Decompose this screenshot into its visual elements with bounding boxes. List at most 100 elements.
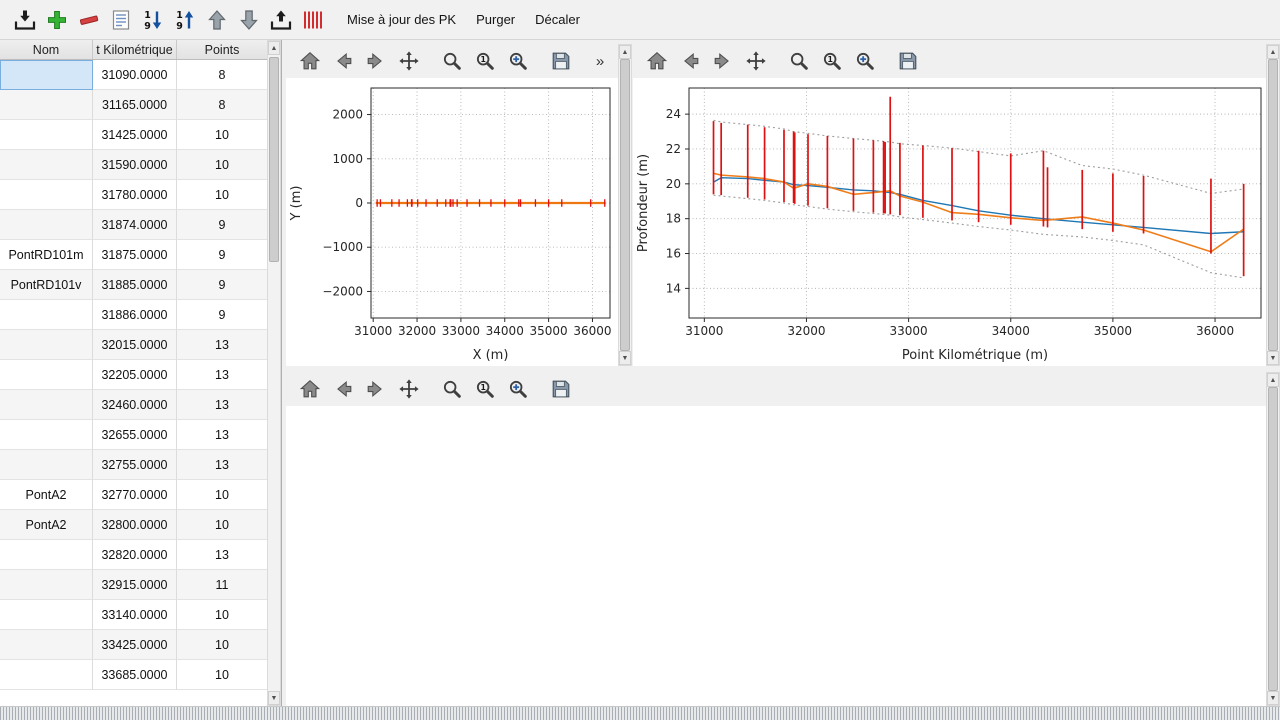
mise-a-jour-pk-button[interactable]: Mise à jour des PK (338, 6, 465, 33)
table-cell-points[interactable]: 13 (177, 390, 268, 420)
table-cell-nom[interactable] (0, 540, 93, 570)
table-row[interactable]: 32915.000011 (0, 570, 268, 600)
forward-button[interactable] (362, 375, 390, 403)
scroll-up-button[interactable]: ▲ (1267, 45, 1279, 59)
scrollbar-thumb[interactable] (1268, 387, 1278, 691)
scroll-up-button[interactable]: ▲ (1267, 373, 1279, 387)
scrollbar-thumb[interactable] (1268, 59, 1278, 351)
form-button[interactable] (106, 5, 136, 35)
plan-plot-scrollbar[interactable]: ▲ ▼ (618, 44, 632, 366)
table-cell-nom[interactable] (0, 330, 93, 360)
table-cell-pk[interactable]: 31425.0000 (93, 120, 177, 150)
table-cell-points[interactable]: 9 (177, 210, 268, 240)
sort-descending-button[interactable]: 19 (138, 5, 168, 35)
save-button[interactable] (547, 47, 575, 75)
home-button[interactable] (643, 47, 671, 75)
table-cell-points[interactable]: 9 (177, 240, 268, 270)
table-cell-points[interactable]: 8 (177, 90, 268, 120)
table-row[interactable]: 32655.000013 (0, 420, 268, 450)
scrollbar-track[interactable] (619, 59, 631, 351)
scrollbar-track[interactable] (1267, 387, 1279, 691)
scrollbar-thumb[interactable] (620, 59, 630, 351)
column-header-nom[interactable]: Nom (0, 40, 93, 59)
scrollbar-track[interactable] (268, 55, 280, 691)
table-cell-pk[interactable]: 31886.0000 (93, 300, 177, 330)
zoom-1-button[interactable]: 1 (471, 47, 499, 75)
scroll-down-button[interactable]: ▼ (1267, 691, 1279, 705)
table-cell-pk[interactable]: 33685.0000 (93, 660, 177, 690)
remove-button[interactable] (74, 5, 104, 35)
table-cell-nom[interactable]: PontA2 (0, 510, 93, 540)
toolbar-overflow-button[interactable]: » (592, 47, 608, 75)
scroll-up-button[interactable]: ▲ (619, 45, 631, 59)
pan-button[interactable] (742, 47, 770, 75)
empty-plot-canvas[interactable] (286, 406, 1266, 706)
table-cell-pk[interactable]: 33140.0000 (93, 600, 177, 630)
sort-ascending-button[interactable]: 19 (170, 5, 200, 35)
table-cell-pk[interactable]: 32460.0000 (93, 390, 177, 420)
zoom-button[interactable] (438, 375, 466, 403)
back-button[interactable] (329, 47, 357, 75)
table-row[interactable]: 33425.000010 (0, 630, 268, 660)
add-button[interactable] (42, 5, 72, 35)
table-cell-pk[interactable]: 32015.0000 (93, 330, 177, 360)
table-cell-pk[interactable]: 33425.0000 (93, 630, 177, 660)
profile-plot[interactable]: 3100032000330003400035000360001416182022… (633, 78, 1266, 366)
scroll-down-button[interactable]: ▼ (619, 351, 631, 365)
table-cell-points[interactable]: 8 (177, 60, 268, 90)
table-cell-nom[interactable] (0, 390, 93, 420)
table-cell-pk[interactable]: 31780.0000 (93, 180, 177, 210)
table-cell-pk[interactable]: 31885.0000 (93, 270, 177, 300)
table-cell-nom[interactable]: PontRD101m (0, 240, 93, 270)
table-cell-pk[interactable]: 32205.0000 (93, 360, 177, 390)
table-row[interactable]: PontRD101m31875.00009 (0, 240, 268, 270)
move-down-button[interactable] (234, 5, 264, 35)
column-header-points[interactable]: Points (177, 40, 268, 59)
scrollbar-track[interactable] (1267, 59, 1279, 351)
save-button[interactable] (547, 375, 575, 403)
home-button[interactable] (296, 375, 324, 403)
table-cell-points[interactable]: 10 (177, 120, 268, 150)
table-row[interactable]: 33140.000010 (0, 600, 268, 630)
table-row[interactable]: 31425.000010 (0, 120, 268, 150)
table-cell-pk[interactable]: 32770.0000 (93, 480, 177, 510)
table-cell-points[interactable]: 10 (177, 630, 268, 660)
table-row[interactable]: 31874.00009 (0, 210, 268, 240)
table-row[interactable]: PontA232770.000010 (0, 480, 268, 510)
table-cell-points[interactable]: 10 (177, 600, 268, 630)
table-cell-pk[interactable]: 32655.0000 (93, 420, 177, 450)
save-button[interactable] (894, 47, 922, 75)
table-cell-nom[interactable] (0, 120, 93, 150)
table-row[interactable]: 31780.000010 (0, 180, 268, 210)
scrollbar-thumb[interactable] (269, 57, 279, 262)
back-button[interactable] (676, 47, 704, 75)
table-cell-nom[interactable] (0, 570, 93, 600)
table-row[interactable]: 32015.000013 (0, 330, 268, 360)
zoom-1-button[interactable]: 1 (471, 375, 499, 403)
table-row[interactable]: 32755.000013 (0, 450, 268, 480)
table-cell-pk[interactable]: 31090.0000 (93, 60, 177, 90)
table-cell-nom[interactable] (0, 180, 93, 210)
scroll-down-button[interactable]: ▼ (268, 691, 280, 705)
table-cell-pk[interactable]: 32915.0000 (93, 570, 177, 600)
table-row[interactable]: 33685.000010 (0, 660, 268, 690)
back-button[interactable] (329, 375, 357, 403)
pan-button[interactable] (395, 375, 423, 403)
profile-plot-scrollbar[interactable]: ▲ ▼ (1266, 44, 1280, 366)
zoom-in-button[interactable] (504, 375, 532, 403)
zoom-in-button[interactable] (504, 47, 532, 75)
export-button[interactable] (266, 5, 296, 35)
table-cell-pk[interactable]: 32800.0000 (93, 510, 177, 540)
table-cell-points[interactable]: 10 (177, 510, 268, 540)
sections-button[interactable] (298, 5, 328, 35)
table-cell-nom[interactable]: PontRD101v (0, 270, 93, 300)
table-row[interactable]: 31090.00008 (0, 60, 268, 90)
table-cell-points[interactable]: 9 (177, 300, 268, 330)
table-cell-pk[interactable]: 31590.0000 (93, 150, 177, 180)
table-row[interactable]: 32820.000013 (0, 540, 268, 570)
move-up-button[interactable] (202, 5, 232, 35)
table-row[interactable]: 31590.000010 (0, 150, 268, 180)
table-cell-nom[interactable] (0, 300, 93, 330)
table-cell-points[interactable]: 13 (177, 360, 268, 390)
plan-view-plot[interactable]: 310003200033000340003500036000200010000−… (286, 78, 618, 366)
